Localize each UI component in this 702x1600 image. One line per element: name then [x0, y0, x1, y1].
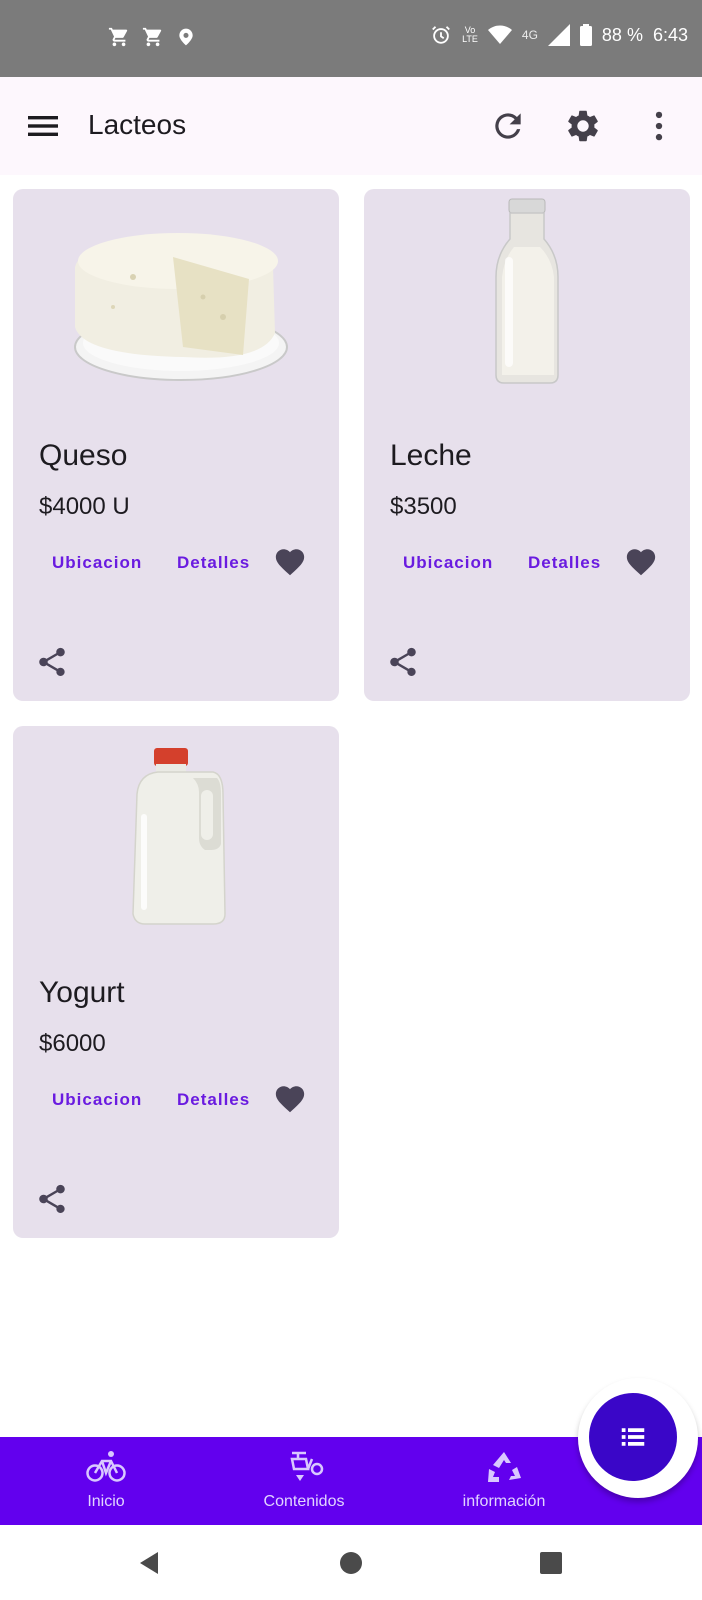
system-navigation-bar — [0, 1525, 702, 1600]
share-icon[interactable] — [35, 645, 69, 679]
clock: 6:43 — [652, 24, 688, 45]
product-name: Leche — [390, 439, 472, 472]
list-fab-button[interactable] — [589, 1393, 677, 1481]
product-name: Queso — [39, 439, 128, 472]
cheese-image — [74, 233, 288, 381]
alarm-icon — [432, 26, 450, 44]
bicycle-icon — [86, 1451, 126, 1482]
battery-percent: 88 % — [601, 24, 643, 45]
yogurt-jug-image — [132, 748, 226, 925]
page-title: Lacteos — [88, 109, 187, 140]
details-button[interactable]: Detalles — [177, 553, 250, 573]
nav-label: Inicio — [87, 1493, 125, 1510]
location-button[interactable]: Ubicacion — [52, 553, 142, 573]
status-bar: Vo LTE 4G 88 % 6:43 — [0, 0, 702, 77]
product-card[interactable]: Queso $4000 U Ubicacion Detalles — [13, 189, 339, 701]
shopping-cart-icon — [108, 27, 128, 47]
product-price: $4000 U — [39, 493, 130, 520]
scooter-icon — [290, 1451, 324, 1481]
share-icon[interactable] — [386, 645, 420, 679]
nav-item-contenidos[interactable]: Contenidos — [204, 1437, 404, 1525]
nav-item-informacion[interactable]: información — [404, 1437, 604, 1525]
more-vert-icon[interactable] — [640, 107, 678, 145]
product-card[interactable]: Yogurt $6000 Ubicacion Detalles — [13, 726, 339, 1238]
system-status: Vo LTE 4G 88 % 6:43 — [430, 24, 688, 46]
milk-bottle-image — [495, 198, 559, 384]
location-button[interactable]: Ubicacion — [403, 553, 493, 573]
favorite-icon[interactable] — [273, 1082, 307, 1116]
location-pin-icon — [179, 28, 193, 46]
product-name: Yogurt — [39, 976, 125, 1009]
top-app-bar: Lacteos — [0, 77, 702, 175]
back-icon[interactable] — [134, 1548, 164, 1578]
product-price: $6000 — [39, 1030, 106, 1057]
list-icon — [621, 1428, 645, 1446]
product-price: $3500 — [390, 493, 457, 520]
details-button[interactable]: Detalles — [528, 553, 601, 573]
refresh-icon[interactable] — [489, 107, 527, 145]
details-button[interactable]: Detalles — [177, 1090, 250, 1110]
wifi-icon — [487, 25, 512, 44]
nav-item-inicio[interactable]: Inicio — [6, 1437, 206, 1525]
volte-bottom-label: LTE — [462, 34, 478, 44]
battery-icon — [579, 24, 592, 46]
location-button[interactable]: Ubicacion — [52, 1090, 142, 1110]
network-type-label: 4G — [521, 28, 538, 42]
shopping-cart-icon — [142, 27, 162, 47]
notification-icons — [108, 26, 196, 48]
nav-label: información — [462, 1493, 546, 1510]
menu-icon[interactable] — [26, 111, 60, 141]
product-card[interactable]: Leche $3500 Ubicacion Detalles — [364, 189, 690, 701]
nav-label: Contenidos — [263, 1493, 345, 1510]
favorite-icon[interactable] — [624, 545, 658, 579]
recycle-icon — [488, 1452, 521, 1482]
share-icon[interactable] — [35, 1182, 69, 1216]
signal-icon — [547, 24, 570, 46]
volte-icon: Vo LTE — [462, 26, 478, 44]
home-icon[interactable] — [336, 1548, 366, 1578]
settings-icon[interactable] — [564, 107, 602, 145]
app-screen: Vo LTE 4G 88 % 6:43 Lacteos Queso $4000 … — [0, 0, 702, 1600]
favorite-icon[interactable] — [273, 545, 307, 579]
recents-icon[interactable] — [536, 1548, 566, 1578]
